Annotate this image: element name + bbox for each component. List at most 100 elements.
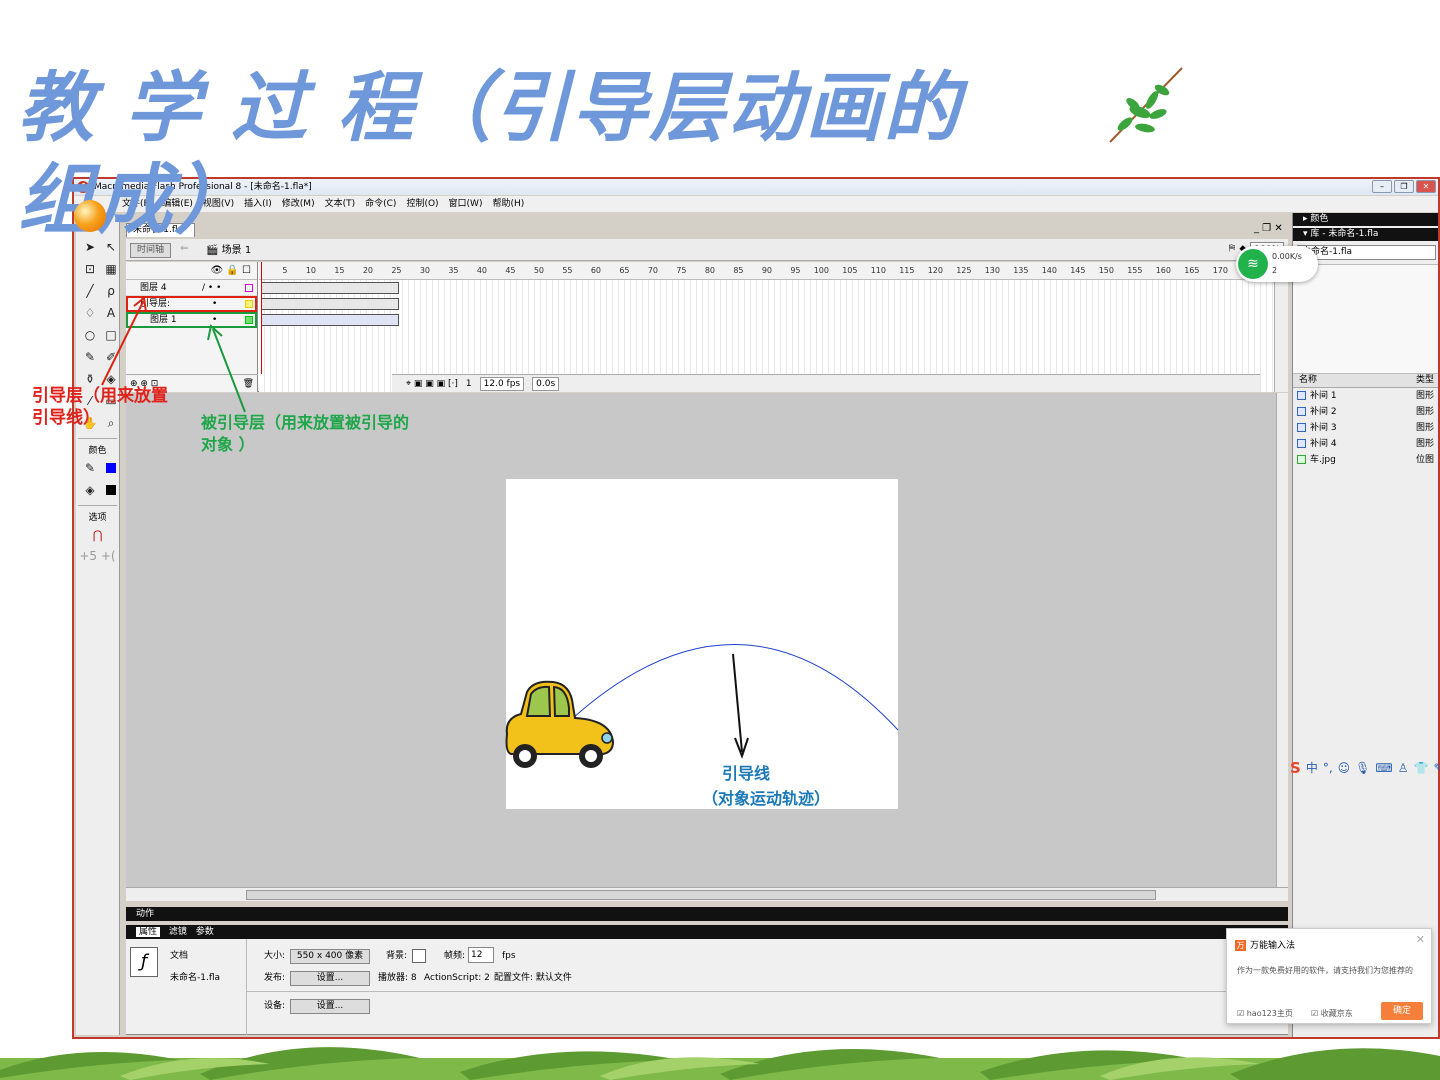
graphic-symbol-icon xyxy=(1297,391,1306,400)
color-panel-header[interactable]: ▸ 颜色 xyxy=(1293,213,1438,226)
ime-voice-icon[interactable]: 🎙 xyxy=(1355,758,1370,778)
frame-row-guide[interactable] xyxy=(259,296,1274,312)
device-label: 设备: xyxy=(264,1001,286,1011)
checkbox-jd[interactable]: ☑ 收藏京东 xyxy=(1311,1008,1353,1019)
lasso-tool-icon[interactable]: ρ xyxy=(101,281,121,302)
size-button[interactable]: 550 x 400 像素 xyxy=(290,949,370,964)
library-select[interactable]: 未命名-1.fla xyxy=(1297,245,1436,260)
frame-row-1[interactable] xyxy=(259,312,1274,328)
restore-button[interactable]: ❐ xyxy=(1394,180,1414,193)
rectangle-tool-icon[interactable]: □ xyxy=(101,325,121,346)
library-item[interactable]: 补间 1 图形 xyxy=(1293,388,1438,404)
item-name: 补间 4 xyxy=(1310,439,1337,449)
brush-tool-icon[interactable]: ✐ xyxy=(101,347,121,368)
ruler-tick: 35 xyxy=(448,266,459,275)
stage-vscroll[interactable] xyxy=(1276,393,1288,887)
frame-row-4[interactable] xyxy=(259,280,1274,296)
ime-skin-icon[interactable]: 👕 xyxy=(1414,758,1429,778)
checkbox-hao123[interactable]: ☑ hao123主页 xyxy=(1237,1008,1293,1019)
actions-panel-header[interactable]: 动作 xyxy=(126,907,1288,921)
frame-ruler: 5 10 15 20 25 30 35 40 45 50 55 60 65 70 75 80 85 90 95 100… xyxy=(259,262,1274,280)
ruler-tick: 140 xyxy=(1041,266,1057,275)
smooth-straighten-icon[interactable]: +5 +( xyxy=(76,546,119,567)
item-type: 图形 xyxy=(1415,407,1434,417)
profile-label: 配置文件: 默认文件 xyxy=(494,973,572,983)
ruler-tick: 105 xyxy=(842,266,858,275)
free-transform-tool-icon[interactable]: ⊡ xyxy=(80,259,100,280)
library-panel-header[interactable]: ▾ 库 - 未命名-1.fla xyxy=(1293,228,1438,241)
library-item[interactable]: 补间 2 图形 xyxy=(1293,404,1438,420)
tab-filters[interactable]: 滤镜 xyxy=(169,927,187,937)
trash-icon[interactable]: 🗑 xyxy=(243,375,254,393)
playhead[interactable] xyxy=(261,262,262,374)
ruler-tick: 85 xyxy=(733,266,744,275)
prop-vdivider xyxy=(246,939,247,1035)
library-item[interactable]: 补间 3 图形 xyxy=(1293,420,1438,436)
item-name: 补间 1 xyxy=(1310,391,1337,401)
line-tool-icon[interactable]: ╱ xyxy=(80,281,100,302)
layer-name: 图层 4 xyxy=(140,283,167,293)
stroke-color-icon[interactable]: ✎ xyxy=(80,458,100,479)
close-button[interactable]: ✕ xyxy=(1416,180,1436,193)
ruler-tick: 110 xyxy=(870,266,886,275)
flash-window: ƒ Macromedia Flash Professional 8 - [未命名… xyxy=(72,177,1440,1039)
fill-color-icon[interactable]: ◈ xyxy=(80,480,100,501)
publish-settings-button[interactable]: 设置... xyxy=(290,971,370,986)
layer-row-1[interactable]: 图层 1 • xyxy=(126,312,257,328)
ruler-tick: 120 xyxy=(927,266,943,275)
layer-header-icons[interactable]: 👁 🔒 ☐ xyxy=(126,262,257,280)
frames-area[interactable]: 5 10 15 20 25 30 35 40 45 50 55 60 65 70 75 80 85 90 95 100… xyxy=(259,262,1274,392)
ruler-tick: 25 xyxy=(391,266,402,275)
ruler-tick: 5 xyxy=(282,266,288,275)
layer-row-4[interactable]: 图层 4 / • • xyxy=(126,280,257,296)
layer-row-guide[interactable]: 引导层: • xyxy=(126,296,257,312)
fps-input[interactable]: 12 xyxy=(468,947,494,963)
ime-toolbar[interactable]: S 中 °, ☺ 🎙 ⌨ ♙ 👕 ✎ xyxy=(1290,758,1440,778)
hscroll-thumb[interactable] xyxy=(246,890,1156,900)
col-name[interactable]: 名称 xyxy=(1299,374,1317,387)
network-widget[interactable]: ≋ 0.00K/s 2 xyxy=(1236,246,1318,282)
library-item[interactable]: 车.jpg 位图 xyxy=(1293,452,1438,468)
stage-hscroll[interactable] xyxy=(126,887,1288,901)
tab-properties[interactable]: 属性 xyxy=(136,927,161,937)
pen-tool-icon[interactable]: ♢ xyxy=(80,303,100,324)
sogou-icon[interactable]: S xyxy=(1290,758,1301,778)
bg-color-swatch[interactable] xyxy=(412,949,426,963)
fill-swatch[interactable] xyxy=(101,480,121,501)
stage[interactable] xyxy=(506,479,898,809)
ime-keyboard-icon[interactable]: ⌨ xyxy=(1375,758,1392,778)
fill-transform-tool-icon[interactable]: ▦ xyxy=(101,259,121,280)
window-controls: – ❐ ✕ xyxy=(1372,180,1436,193)
edit-scene-icon[interactable]: ⛿ xyxy=(1229,242,1236,259)
col-type[interactable]: 类型 xyxy=(1416,374,1434,387)
library-item[interactable]: 补间 4 图形 xyxy=(1293,436,1438,452)
minimize-button[interactable]: – xyxy=(1372,180,1392,193)
library-preview xyxy=(1293,264,1438,374)
document-window-controls[interactable]: _ ❐ ✕ xyxy=(1254,223,1283,234)
stroke-swatch[interactable] xyxy=(101,458,121,479)
ruler-tick: 150 xyxy=(1098,266,1114,275)
layer-color-swatch xyxy=(245,316,253,324)
onion-skin-icons[interactable]: ⌖ ▣ ▣ ▣ [·] xyxy=(406,375,458,392)
popup-confirm-button[interactable]: 确定 xyxy=(1381,1002,1423,1020)
device-settings-button[interactable]: 设置... xyxy=(290,999,370,1014)
layer-color-swatch xyxy=(245,284,253,292)
pencil-tool-icon[interactable]: ✎ xyxy=(80,347,100,368)
ime-user-icon[interactable]: ♙ xyxy=(1398,758,1409,778)
ime-chinese-icon[interactable]: 中 xyxy=(1306,758,1318,778)
ime-emoji-icon[interactable]: ☺ xyxy=(1338,758,1351,778)
oval-tool-icon[interactable]: ○ xyxy=(80,325,100,346)
popup-close-icon[interactable]: ✕ xyxy=(1416,933,1425,946)
guide-layer-annotation: 引导层（用来放置引导线） xyxy=(32,386,168,428)
prop-type: 文档 xyxy=(170,951,189,961)
actionscript-version: ActionScript: 2 xyxy=(424,973,490,983)
library-columns: 名称 类型 xyxy=(1293,374,1438,388)
text-tool-icon[interactable]: A xyxy=(101,303,121,324)
ime-punct-icon[interactable]: °, xyxy=(1323,758,1333,778)
snap-magnet-icon[interactable]: ⋂ xyxy=(76,525,119,546)
ruler-tick: 90 xyxy=(761,266,772,275)
tab-parameters[interactable]: 参数 xyxy=(196,927,214,937)
scene-icon: 🎬 xyxy=(206,245,222,256)
stage-area[interactable] xyxy=(126,393,1288,887)
ime-tools-icon[interactable]: ✎ xyxy=(1433,758,1440,778)
